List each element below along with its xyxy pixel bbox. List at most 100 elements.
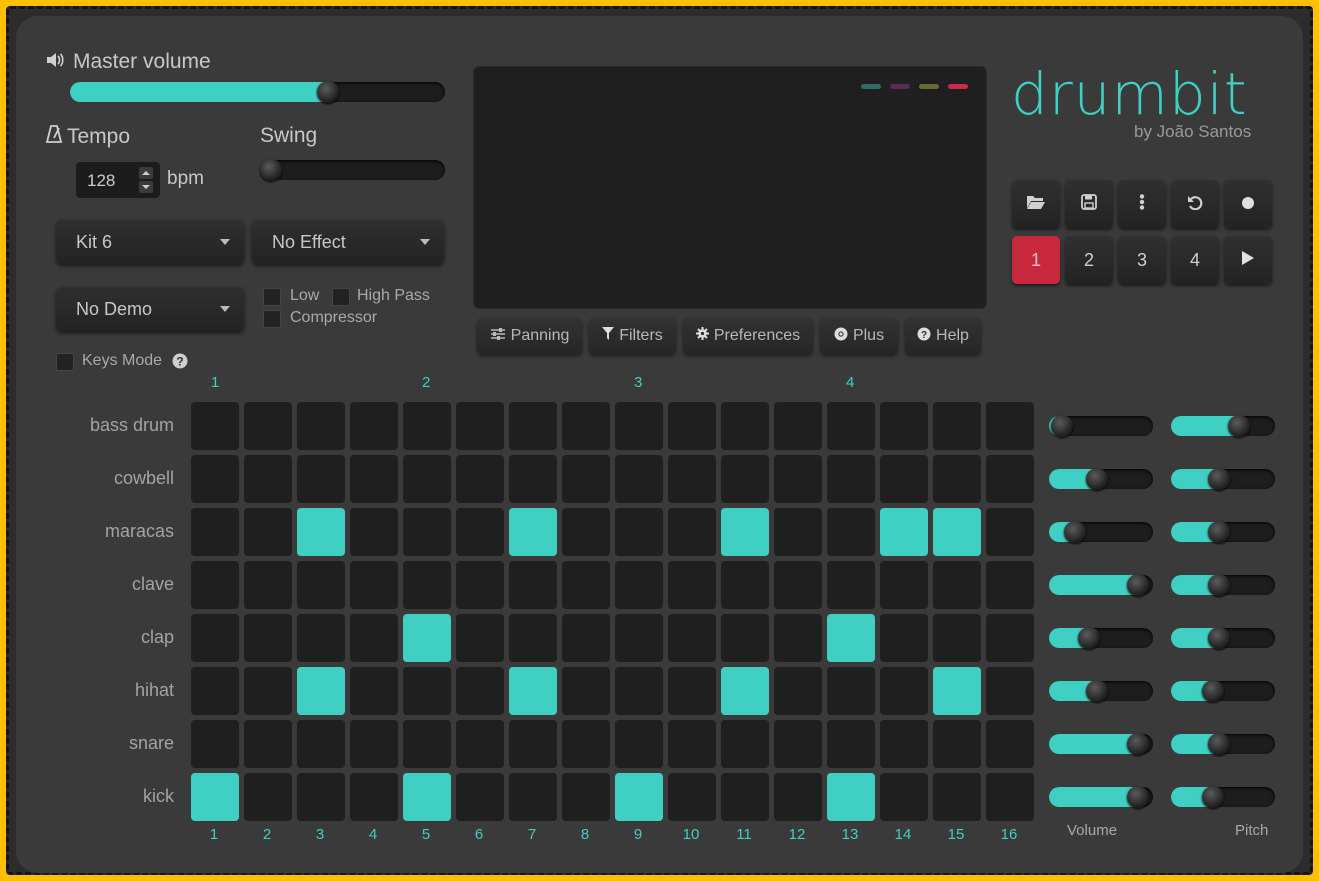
step-cell[interactable] [615,773,663,821]
step-cell[interactable] [721,667,769,715]
master-volume-slider[interactable] [70,81,445,103]
step-cell[interactable] [191,508,239,556]
step-cell[interactable] [297,455,345,503]
tab-plus[interactable]: Plus [820,318,898,354]
step-cell[interactable] [562,720,610,768]
pattern-button-3[interactable]: 3 [1118,236,1166,284]
step-cell[interactable] [297,402,345,450]
step-cell[interactable] [244,402,292,450]
step-cell[interactable] [244,773,292,821]
step-cell[interactable] [774,614,822,662]
compressor-checkbox[interactable] [263,310,281,328]
step-cell[interactable] [456,773,504,821]
track-pitch-slider[interactable] [1171,680,1275,702]
track-pitch-slider-knob[interactable] [1202,680,1224,702]
step-cell[interactable] [827,773,875,821]
step-cell[interactable] [668,561,716,609]
step-cell[interactable] [297,720,345,768]
track-volume-slider[interactable] [1049,627,1153,649]
step-cell[interactable] [456,720,504,768]
step-cell[interactable] [933,455,981,503]
step-cell[interactable] [191,614,239,662]
step-cell[interactable] [191,773,239,821]
track-volume-slider[interactable] [1049,680,1153,702]
step-cell[interactable] [880,720,928,768]
step-cell[interactable] [297,508,345,556]
track-volume-slider-knob[interactable] [1127,574,1149,596]
swing-slider[interactable] [260,159,445,181]
track-volume-slider[interactable] [1049,468,1153,490]
track-volume-slider-knob[interactable] [1078,627,1100,649]
track-pitch-slider[interactable] [1171,733,1275,755]
step-cell[interactable] [509,614,557,662]
step-cell[interactable] [191,561,239,609]
kit-select[interactable]: Kit 6 [56,220,244,264]
step-cell[interactable] [191,720,239,768]
step-cell[interactable] [350,614,398,662]
track-volume-slider[interactable] [1049,521,1153,543]
step-cell[interactable] [191,667,239,715]
step-cell[interactable] [350,455,398,503]
tab-help[interactable]: ? Help [905,318,981,354]
step-cell[interactable] [244,720,292,768]
track-pitch-slider-knob[interactable] [1202,786,1224,808]
step-cell[interactable] [297,667,345,715]
step-cell[interactable] [403,614,451,662]
step-cell[interactable] [827,667,875,715]
more-button[interactable] [1118,180,1166,228]
low-checkbox[interactable] [263,288,281,306]
step-cell[interactable] [721,455,769,503]
step-cell[interactable] [297,773,345,821]
step-cell[interactable] [774,561,822,609]
step-cell[interactable] [615,614,663,662]
track-pitch-slider[interactable] [1171,627,1275,649]
pattern-button-2[interactable]: 2 [1065,236,1113,284]
step-cell[interactable] [509,720,557,768]
step-cell[interactable] [562,455,610,503]
step-cell[interactable] [615,561,663,609]
step-cell[interactable] [986,561,1034,609]
step-cell[interactable] [668,720,716,768]
step-cell[interactable] [615,455,663,503]
step-cell[interactable] [774,720,822,768]
step-cell[interactable] [456,667,504,715]
track-pitch-slider[interactable] [1171,468,1275,490]
master-volume-knob[interactable] [317,81,339,103]
step-cell[interactable] [297,561,345,609]
step-cell[interactable] [721,402,769,450]
step-cell[interactable] [350,720,398,768]
step-cell[interactable] [562,561,610,609]
step-cell[interactable] [244,561,292,609]
step-cell[interactable] [986,773,1034,821]
step-cell[interactable] [509,402,557,450]
pattern-button-4[interactable]: 4 [1171,236,1219,284]
track-volume-slider-knob[interactable] [1086,468,1108,490]
step-cell[interactable] [668,455,716,503]
step-cell[interactable] [880,773,928,821]
step-cell[interactable] [933,720,981,768]
tab-panning[interactable]: Panning [477,318,582,354]
step-cell[interactable] [933,508,981,556]
step-cell[interactable] [562,402,610,450]
step-cell[interactable] [244,508,292,556]
track-pitch-slider[interactable] [1171,574,1275,596]
track-volume-slider-knob[interactable] [1086,680,1108,702]
step-cell[interactable] [880,402,928,450]
step-cell[interactable] [403,561,451,609]
step-cell[interactable] [774,667,822,715]
step-cell[interactable] [986,455,1034,503]
track-volume-slider-knob[interactable] [1127,733,1149,755]
step-cell[interactable] [350,402,398,450]
step-cell[interactable] [297,614,345,662]
track-pitch-slider[interactable] [1171,521,1275,543]
step-cell[interactable] [350,667,398,715]
step-cell[interactable] [403,773,451,821]
save-button[interactable] [1065,180,1113,228]
track-pitch-slider[interactable] [1171,786,1275,808]
track-volume-slider[interactable] [1049,733,1153,755]
step-cell[interactable] [456,614,504,662]
step-cell[interactable] [933,773,981,821]
step-cell[interactable] [403,667,451,715]
step-cell[interactable] [403,455,451,503]
swing-knob[interactable] [260,159,282,181]
